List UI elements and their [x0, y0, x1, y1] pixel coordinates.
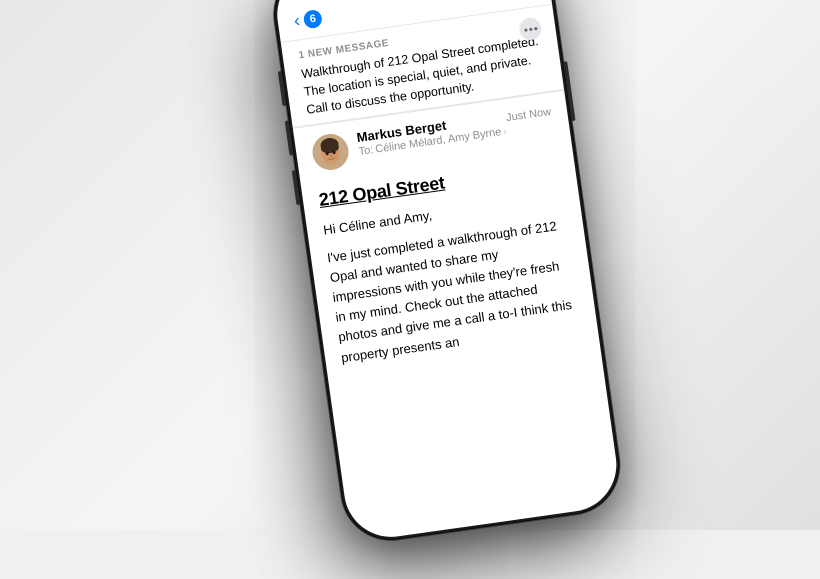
scene: 9:41	[0, 0, 820, 530]
unread-badge: 6	[303, 8, 323, 28]
email-body: 212 Opal Street Hi Céline and Amy, I've …	[301, 147, 600, 383]
up-arrow-icon[interactable]	[489, 0, 509, 3]
email-list: 1 NEW MESSAGE Walkthrough of 212 Opal St…	[281, 4, 600, 383]
back-arrow-icon[interactable]: ‹	[292, 10, 301, 32]
nav-left[interactable]: ‹ 6	[292, 7, 323, 32]
to-label: To:	[358, 144, 374, 158]
nav-right[interactable]	[489, 0, 535, 3]
avatar	[310, 132, 351, 173]
status-time: 9:41	[297, 0, 328, 2]
email-paragraph: I've just completed a walkthrough of 212…	[326, 215, 582, 368]
chevron-right-icon: ›	[503, 126, 508, 137]
